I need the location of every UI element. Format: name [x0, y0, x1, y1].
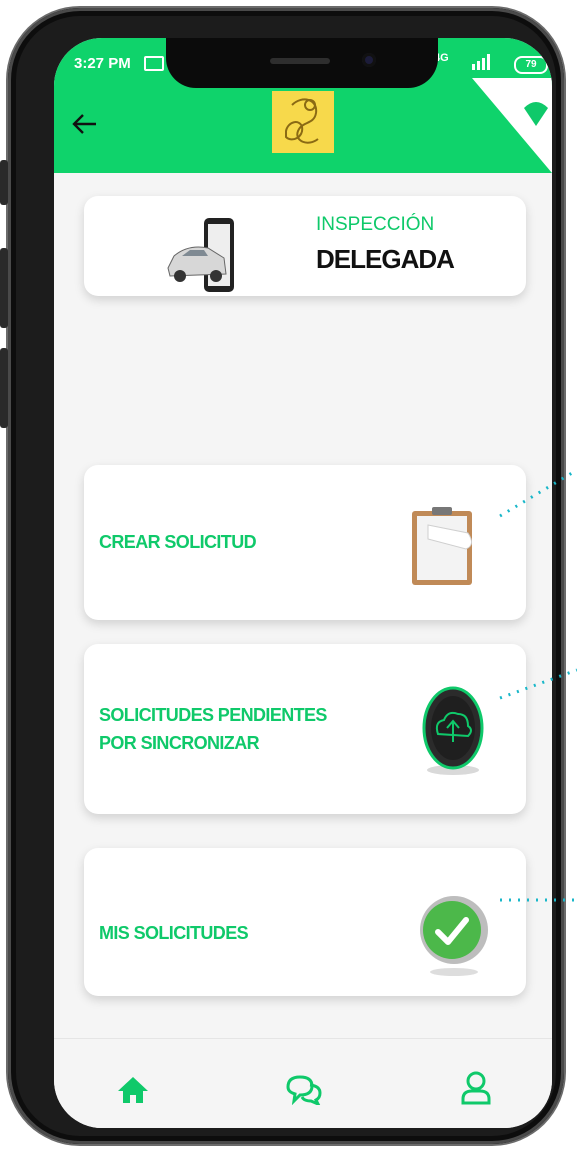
arrow-left-icon — [72, 114, 96, 134]
bottom-navigation — [54, 1038, 552, 1128]
cloud-upload-icon — [422, 686, 484, 775]
clipboard-icon — [412, 507, 472, 585]
mis-solicitudes-card[interactable]: MIS SOLICITUDES — [84, 848, 526, 996]
annotation-leaders — [499, 468, 577, 902]
inspection-card[interactable]: INSPECCIÓN DELEGADA — [84, 196, 526, 296]
inspection-title-small: INSPECCIÓN — [316, 214, 435, 235]
home-icon[interactable] — [116, 1075, 150, 1105]
solicitudes-pendientes-label-line2: POR SINCRONIZAR — [99, 733, 260, 753]
phone-frame: 3:27 PM 4G 79 INSPECCIÓN DELEGADA CREAR … — [0, 8, 564, 1144]
volume-down-button — [0, 348, 8, 428]
back-button[interactable] — [72, 112, 98, 140]
front-camera — [362, 53, 376, 67]
mute-switch — [0, 160, 8, 205]
checkmark-icon — [420, 896, 488, 976]
mother-child-logo-icon — [285, 98, 319, 144]
chat-icon[interactable] — [284, 1073, 324, 1105]
app-screen: 3:27 PM 4G 79 INSPECCIÓN DELEGADA CREAR … — [54, 38, 552, 1128]
crear-solicitud-card[interactable]: CREAR SOLICITUD — [84, 465, 526, 620]
solicitudes-pendientes-label-line1: SOLICITUDES PENDIENTES — [99, 705, 327, 725]
user-icon[interactable] — [460, 1071, 492, 1105]
status-time: 3:27 PM — [74, 55, 131, 72]
solicitudes-pendientes-card[interactable]: SOLICITUDES PENDIENTES POR SINCRONIZAR — [84, 644, 526, 814]
phone-notch — [166, 38, 438, 88]
corner-wifi-badge — [472, 78, 552, 173]
laptop-icon — [144, 56, 164, 71]
speaker-grille — [270, 58, 330, 64]
signal-bars-icon — [472, 54, 490, 70]
battery-indicator: 79 — [514, 56, 548, 74]
car-with-phone-icon — [167, 218, 234, 292]
crear-solicitud-label: CREAR SOLICITUD — [99, 532, 257, 552]
app-logo — [272, 91, 334, 153]
volume-up-button — [0, 248, 8, 328]
inspection-title-big: DELEGADA — [316, 244, 455, 274]
mis-solicitudes-label: MIS SOLICITUDES — [99, 923, 249, 943]
